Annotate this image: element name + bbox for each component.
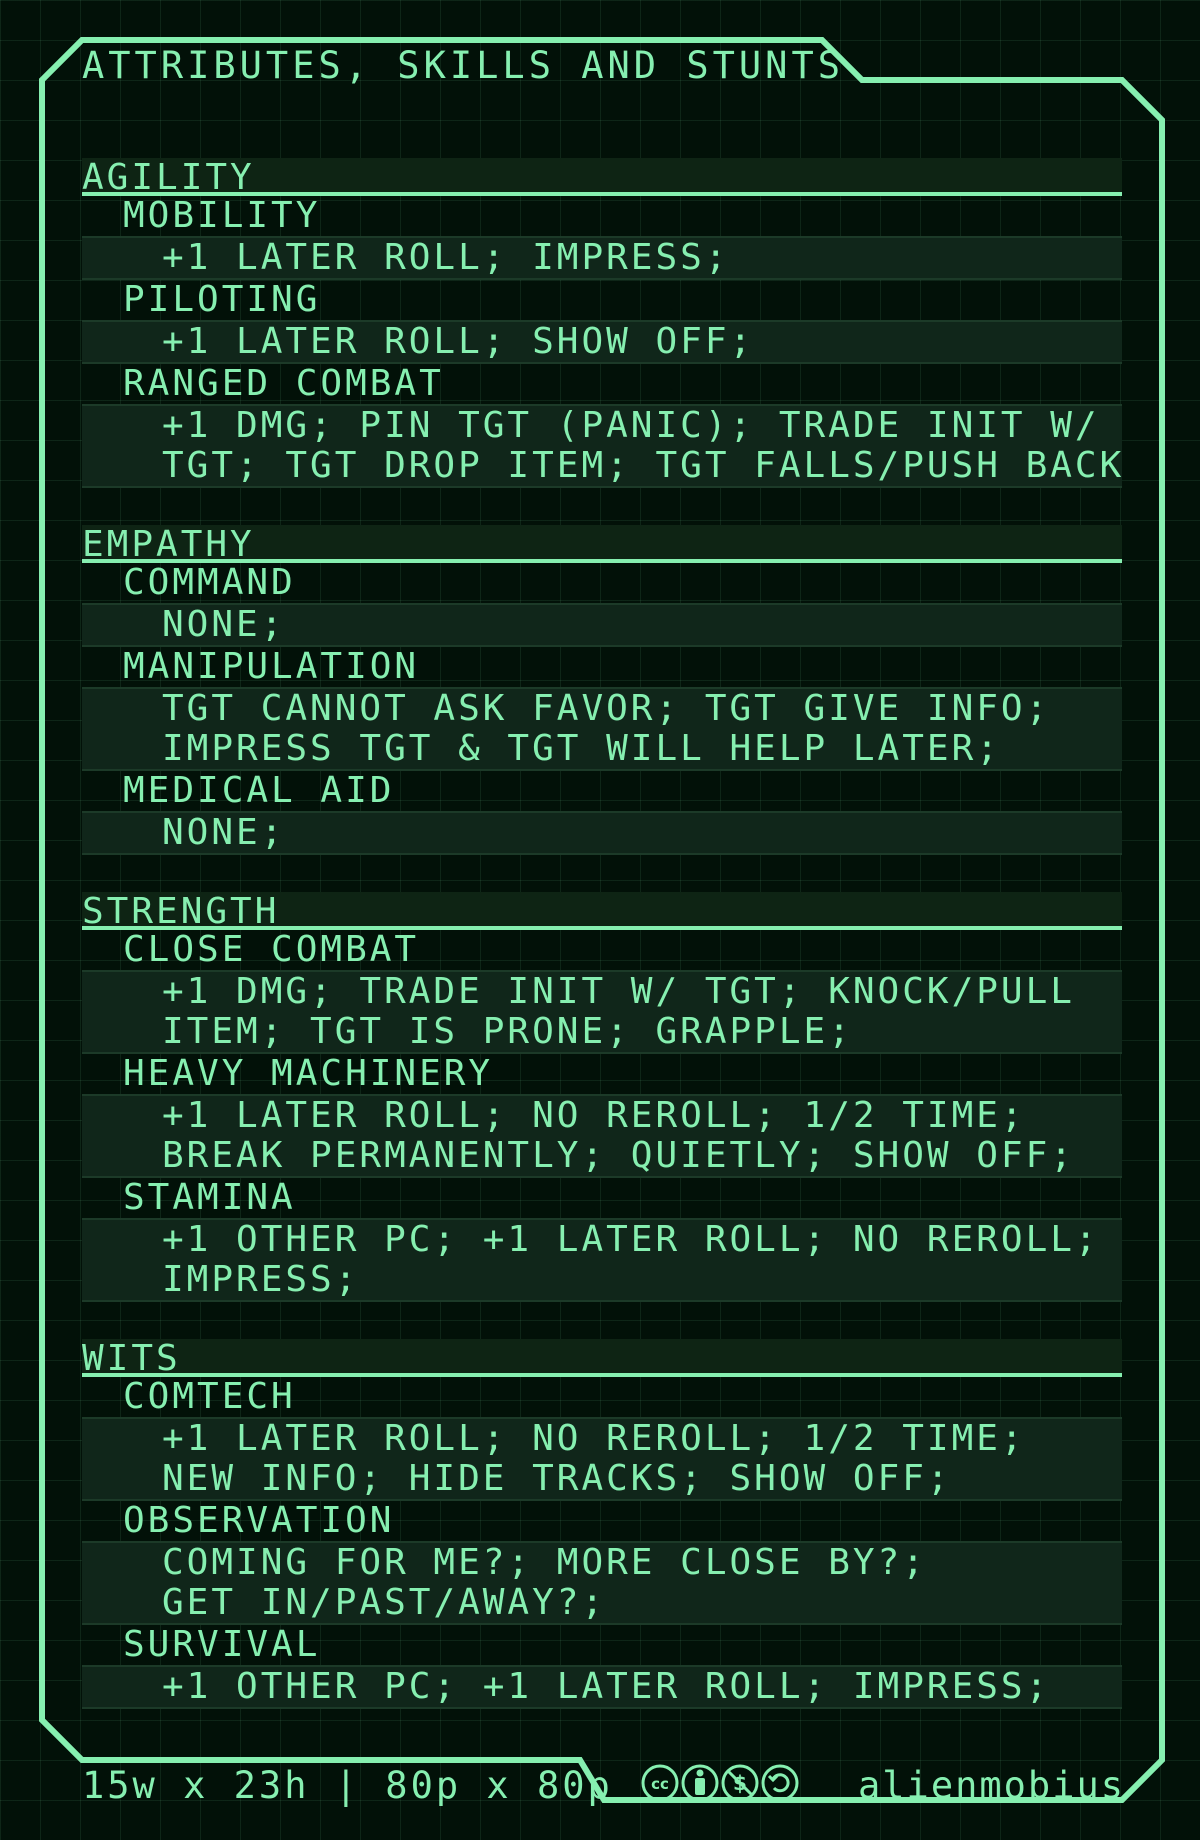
stunt-line: NONE;: [162, 604, 286, 645]
stunt-list: +1 LATER ROLL; SHOW OFF;: [82, 320, 1122, 364]
skill-name: SURVIVAL: [123, 1624, 321, 1665]
stunt-line: +1 LATER ROLL; SHOW OFF;: [162, 321, 755, 362]
skill-name: COMTECH: [123, 1376, 296, 1417]
stunt-line: ITEM; TGT IS PRONE; GRAPPLE;: [162, 1011, 853, 1052]
cc-icon: cc: [641, 1764, 679, 1802]
stunt-line: TGT; TGT DROP ITEM; TGT FALLS/PUSH BACK;: [162, 445, 1122, 486]
stunt-line: +1 LATER ROLL; NO REROLL; 1/2 TIME;: [162, 1418, 1026, 1459]
stunt-line: GET IN/PAST/AWAY?;: [162, 1582, 607, 1623]
stunt-list: TGT CANNOT ASK FAVOR; TGT GIVE INFO; IMPR…: [82, 687, 1122, 771]
attribute-list: AGILITY MOBILITY +1 LATER ROLL; IMPRESS; PI…: [82, 158, 1122, 1746]
skill-name: RANGED COMBAT: [123, 363, 444, 404]
stunt-line: +1 LATER ROLL; IMPRESS;: [162, 237, 730, 278]
dimensions-label: 15w x 23h | 80p x 80p: [82, 1764, 613, 1807]
stunt-list: +1 DMG; TRADE INIT W/ TGT; KNOCK/PULL ITE…: [82, 970, 1122, 1054]
stunt-line: NONE;: [162, 812, 286, 853]
stunt-line: +1 DMG; TRADE INIT W/ TGT; KNOCK/PULL: [162, 971, 1075, 1012]
stunt-line: TGT CANNOT ASK FAVOR; TGT GIVE INFO;: [162, 688, 1051, 729]
stunt-list: +1 LATER ROLL; NO REROLL; 1/2 TIME; BREAK…: [82, 1094, 1122, 1178]
page-title: ATTRIBUTES, SKILLS AND STUNTS: [82, 44, 845, 87]
skill-name: OBSERVATION: [123, 1500, 395, 1541]
attribute-heading: STRENGTH: [82, 892, 1122, 932]
stunt-list: NONE;: [82, 811, 1122, 855]
attribute-heading: EMPATHY: [82, 525, 1122, 565]
skill-name: PILOTING: [123, 279, 321, 320]
author-credit: alienmobius: [858, 1764, 1126, 1807]
skill-name: MANIPULATION: [123, 646, 420, 687]
stunt-line: NEW INFO; HIDE TRACKS; SHOW OFF;: [162, 1458, 952, 1499]
attribute-group: AGILITY MOBILITY +1 LATER ROLL; IMPRESS; PI…: [82, 158, 1122, 488]
stunt-list: +1 LATER ROLL; NO REROLL; 1/2 TIME; NEW I…: [82, 1417, 1122, 1501]
stunt-line: +1 OTHER PC; +1 LATER ROLL; IMPRESS;: [162, 1666, 1051, 1707]
nc-icon: $: [721, 1764, 759, 1802]
stunt-line: +1 LATER ROLL; NO REROLL; 1/2 TIME;: [162, 1095, 1026, 1136]
skill-name: MOBILITY: [123, 195, 321, 236]
skill-name: MEDICAL AID: [123, 770, 395, 811]
license-badge: cc $: [641, 1764, 799, 1802]
stunt-line: +1 DMG; PIN TGT (PANIC); TRADE INIT W/: [162, 405, 1100, 446]
stunt-list: +1 OTHER PC; +1 LATER ROLL; IMPRESS;: [82, 1665, 1122, 1709]
stunt-line: IMPRESS;: [162, 1259, 360, 1300]
stunt-line: BREAK PERMANENTLY; QUIETLY; SHOW OFF;: [162, 1135, 1075, 1176]
skill-name: COMMAND: [123, 562, 296, 603]
stunt-list: COMING FOR ME?; MORE CLOSE BY?; GET IN/PA…: [82, 1541, 1122, 1625]
stunt-line: COMING FOR ME?; MORE CLOSE BY?;: [162, 1542, 927, 1583]
stunt-list: +1 DMG; PIN TGT (PANIC); TRADE INIT W/TG…: [82, 404, 1122, 488]
attribute-heading: WITS: [82, 1339, 1122, 1379]
skill-name: STAMINA: [123, 1177, 296, 1218]
stunt-list: +1 OTHER PC; +1 LATER ROLL; NO REROLL; IM…: [82, 1218, 1122, 1302]
svg-text:cc: cc: [651, 1775, 669, 1793]
attribute-heading: AGILITY: [82, 158, 1122, 198]
skill-name: HEAVY MACHINERY: [123, 1053, 494, 1094]
stunt-list: NONE;: [82, 603, 1122, 647]
attribute-group: STRENGTH CLOSE COMBAT +1 DMG; TRADE INIT W…: [82, 892, 1122, 1302]
stunt-list: +1 LATER ROLL; IMPRESS;: [82, 236, 1122, 280]
attribute-group: EMPATHY COMMAND NONE; MANIPULATION TGT CANNO…: [82, 525, 1122, 855]
stunt-line: +1 OTHER PC; +1 LATER ROLL; NO REROLL;: [162, 1219, 1100, 1260]
by-icon: [681, 1764, 719, 1802]
attribute-group: WITS COMTECH +1 LATER ROLL; NO REROLL; 1/2…: [82, 1339, 1122, 1709]
skill-name: CLOSE COMBAT: [123, 929, 420, 970]
sa-icon: [761, 1764, 799, 1802]
stunt-line: IMPRESS TGT & TGT WILL HELP LATER;: [162, 728, 1001, 769]
